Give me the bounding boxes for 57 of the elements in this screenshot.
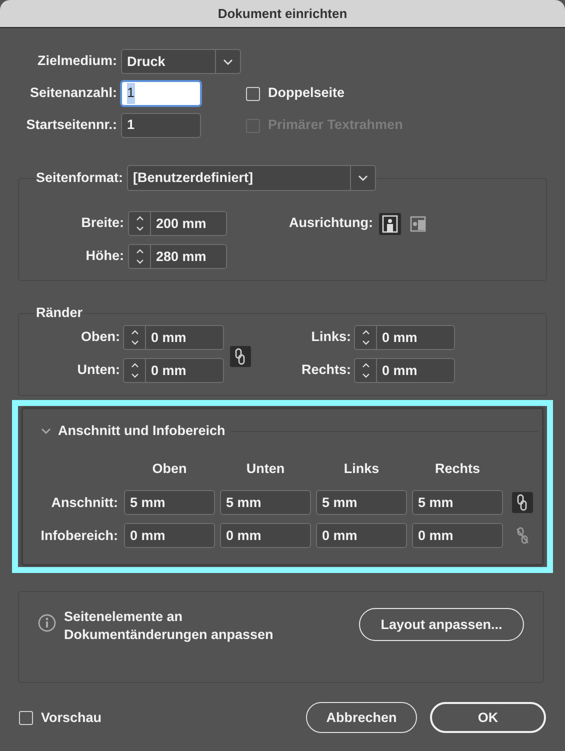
layout-button[interactable]: Layout anpassen... bbox=[359, 608, 524, 642]
field-label: Rechts: bbox=[300, 361, 352, 380]
window-title: Dokument einrichten bbox=[218, 4, 348, 23]
info-icon bbox=[38, 614, 56, 632]
field-label: Höhe: bbox=[84, 247, 125, 266]
cancel-button[interactable]: Abbrechen bbox=[306, 702, 417, 734]
chain-link-icon[interactable] bbox=[230, 346, 251, 366]
chain-link-icon[interactable] bbox=[512, 492, 533, 514]
stepper-arrows-icon bbox=[360, 362, 370, 379]
column-header: Links bbox=[342, 460, 380, 478]
text-field[interactable]: 1 bbox=[121, 113, 201, 138]
portrait-orientation-icon[interactable] bbox=[379, 212, 401, 234]
field-label: Zielmedium: bbox=[36, 52, 118, 70]
dropdown[interactable]: Druck bbox=[121, 49, 241, 74]
field-label: Unten: bbox=[76, 361, 121, 380]
field-label: Oben: bbox=[80, 328, 121, 346]
column-header: Rechts bbox=[434, 460, 481, 478]
field-label: Breite: bbox=[80, 214, 125, 232]
section-title: Anschnitt und Infobereich bbox=[58, 422, 226, 440]
number-field[interactable]: 0 mm bbox=[123, 325, 224, 350]
column-header: Oben bbox=[151, 460, 188, 478]
number-field[interactable]: 0 mm bbox=[412, 523, 503, 548]
column-header: Unten bbox=[245, 460, 286, 478]
chevron-icon bbox=[223, 58, 233, 64]
number-field[interactable]: 200 mm bbox=[128, 211, 227, 236]
info-text: Seitenelemente an Dokumentänderungen anpassen bbox=[64, 608, 274, 644]
stepper-arrows-icon bbox=[130, 362, 140, 379]
number-field[interactable]: 5 mm bbox=[316, 490, 407, 516]
number-field[interactable]: 5 mm bbox=[412, 490, 503, 516]
number-field[interactable]: 0 mm bbox=[354, 358, 455, 383]
checkbox[interactable] bbox=[246, 86, 260, 100]
number-field[interactable]: 0 mm bbox=[354, 325, 455, 350]
chevron-icon bbox=[358, 175, 368, 181]
stepper-arrows-icon bbox=[134, 248, 144, 265]
number-field[interactable]: 0 mm bbox=[123, 358, 224, 383]
checkbox-label: Vorschau bbox=[41, 708, 102, 727]
field-label: Ausrichtung: bbox=[289, 214, 374, 232]
stepper-arrows-icon bbox=[360, 329, 370, 346]
dropdown[interactable]: [Benutzerdefiniert] bbox=[127, 165, 376, 191]
number-field[interactable]: 0 mm bbox=[316, 523, 407, 548]
number-field[interactable]: 0 mm bbox=[220, 523, 311, 548]
stepper-arrows-icon bbox=[134, 215, 144, 232]
field-label: Links: bbox=[310, 328, 352, 346]
checkbox[interactable] bbox=[19, 710, 33, 725]
row-label: Anschnitt: bbox=[50, 494, 119, 512]
field-label: Startseitennr.: bbox=[25, 116, 118, 134]
ok-button[interactable]: OK bbox=[430, 702, 546, 734]
number-field[interactable]: 0 mm bbox=[124, 523, 215, 548]
checkbox-label: Doppelseite bbox=[268, 84, 345, 102]
text-field[interactable]: 1 bbox=[121, 81, 201, 106]
number-field[interactable]: 5 mm bbox=[124, 490, 215, 516]
collapse-chevron-icon[interactable] bbox=[41, 428, 51, 434]
field-label: Seitenanzahl: bbox=[28, 84, 118, 102]
stepper-arrows-icon bbox=[130, 329, 140, 346]
number-field[interactable]: 5 mm bbox=[220, 490, 311, 516]
row-label: Infobereich: bbox=[40, 526, 119, 545]
number-field[interactable]: 280 mm bbox=[128, 244, 227, 269]
